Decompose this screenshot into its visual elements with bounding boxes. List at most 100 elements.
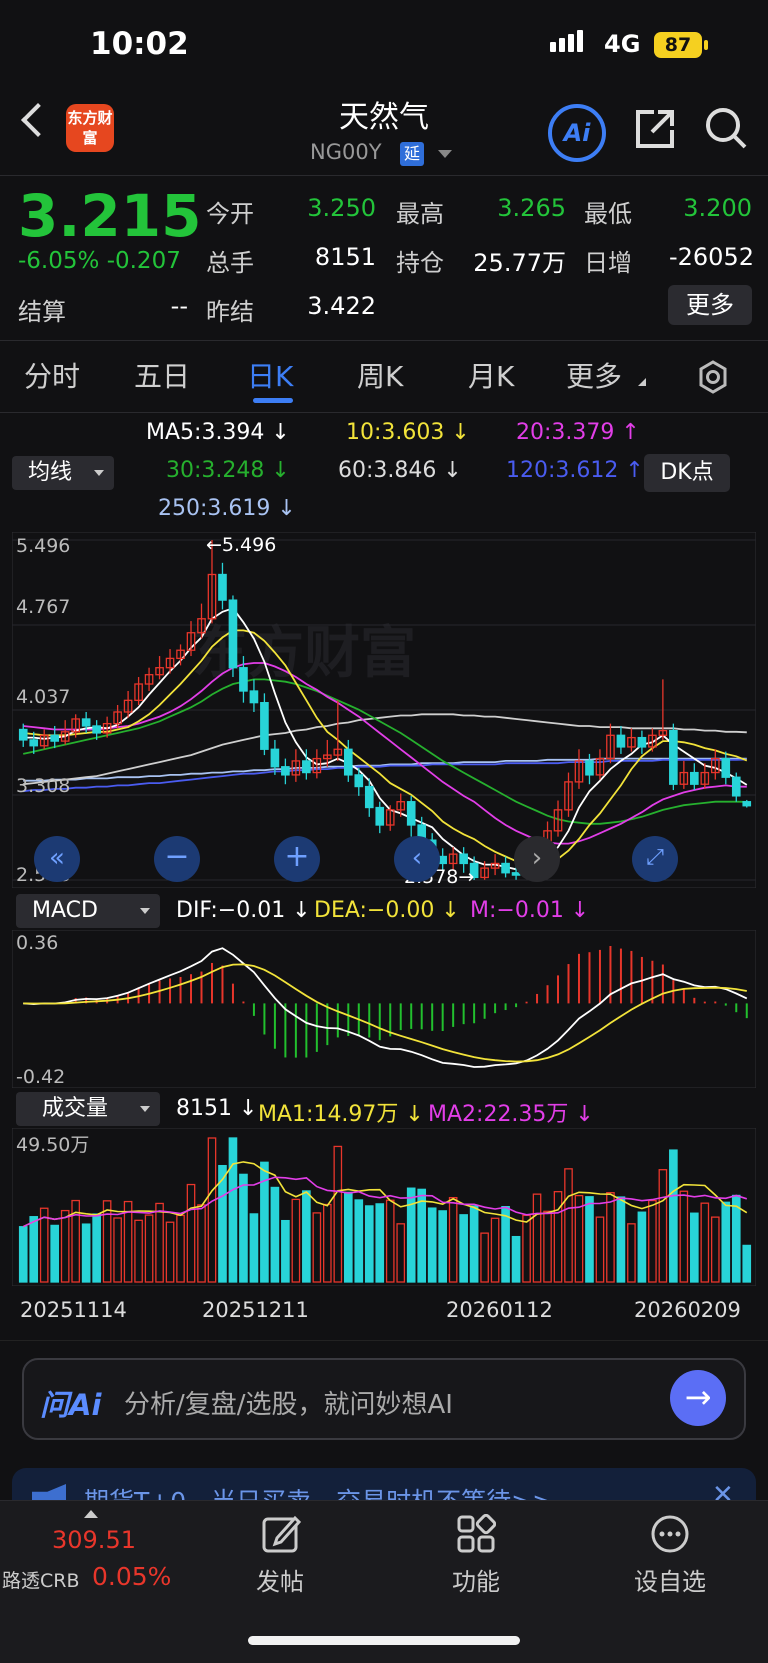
more-dots-icon[interactable] xyxy=(650,1514,690,1554)
volume-bar-down xyxy=(249,1213,259,1283)
volume-bar-down xyxy=(29,1216,39,1283)
x-tick-2: 20260112 xyxy=(446,1298,553,1322)
divider xyxy=(0,412,768,413)
tab-five-day[interactable]: 五日 xyxy=(134,355,190,395)
volume-bar-up xyxy=(448,1196,458,1283)
indicator-selector[interactable]: 均线 xyxy=(12,456,114,490)
post-button[interactable]: 发帖 xyxy=(230,1562,330,1597)
zoom-out-button[interactable]: − xyxy=(154,836,200,882)
volume-bar-up xyxy=(627,1223,636,1283)
volume-bar-down xyxy=(302,1190,311,1283)
volume-bar-up xyxy=(532,1193,542,1283)
functions-button[interactable]: 功能 xyxy=(426,1562,526,1597)
macd-chart[interactable] xyxy=(12,930,756,1088)
volume-label: 总手 xyxy=(206,249,254,277)
share-icon[interactable] xyxy=(634,108,676,150)
code-dropdown-icon[interactable] xyxy=(438,150,452,158)
index-expand-icon[interactable] xyxy=(84,1510,98,1518)
scroll-left-fast-button[interactable]: « xyxy=(34,836,80,882)
watermark-logo: 东方财富 xyxy=(192,621,416,686)
x-tick-3: 20260209 xyxy=(634,1298,741,1322)
instrument-code[interactable]: NG00Y xyxy=(310,140,382,164)
crb-index-value[interactable]: 309.51 xyxy=(52,1526,136,1554)
candle-down xyxy=(29,739,39,747)
volume-bar-up xyxy=(606,1192,615,1283)
candle-down xyxy=(92,725,101,734)
volume-bar-up xyxy=(123,1200,133,1283)
candle-down xyxy=(742,801,752,807)
volume-bar-down xyxy=(637,1211,647,1283)
volume-bar-up xyxy=(186,1183,196,1283)
candle-down xyxy=(18,728,28,741)
divider xyxy=(0,175,768,176)
volume-bar-up xyxy=(176,1214,185,1283)
dk-point-button[interactable]: DK点 xyxy=(644,454,730,492)
post-edit-icon[interactable] xyxy=(261,1514,301,1554)
ma20-legend: 20:3.379 ↑ xyxy=(516,420,640,445)
last-price: 3.215 xyxy=(18,182,202,250)
candle-down xyxy=(438,855,447,865)
ask-ai-submit-arrow-icon[interactable]: → xyxy=(670,1370,726,1426)
volume-bar-down xyxy=(427,1207,437,1283)
ma250-legend: 250:3.619 ↓ xyxy=(158,496,296,521)
tab-weekly-k[interactable]: 周K xyxy=(357,355,403,395)
candle-down xyxy=(239,667,248,692)
ai-assistant-button[interactable]: Ai xyxy=(548,104,606,162)
macd-selector[interactable]: MACD xyxy=(16,894,160,928)
volume-bar-up xyxy=(543,1210,552,1283)
add-watchlist-button[interactable]: 设自选 xyxy=(620,1562,720,1597)
tab-more[interactable]: 更多 xyxy=(566,355,622,395)
volume-selector[interactable]: 成交量 xyxy=(16,1092,160,1126)
fullscreen-icon[interactable]: ⤢ xyxy=(632,836,678,882)
ma30-legend: 30:3.248 ↓ xyxy=(166,458,290,483)
ask-ai-placeholder[interactable]: 分析/复盘/选股，就问妙想AI xyxy=(124,1384,453,1421)
scroll-left-button[interactable]: ‹ xyxy=(394,836,440,882)
home-indicator xyxy=(248,1636,520,1645)
tab-daily-k[interactable]: 日K xyxy=(247,355,293,395)
volume-bar-up xyxy=(197,1204,206,1283)
delay-badge: 延 xyxy=(400,142,424,166)
tab-intraday[interactable]: 分时 xyxy=(24,355,80,395)
volume-bar-up xyxy=(165,1221,175,1283)
candle-down xyxy=(406,801,416,826)
scroll-right-button[interactable]: › xyxy=(514,836,560,882)
volume-bar-down xyxy=(364,1205,374,1283)
settle-value: -- xyxy=(170,292,188,320)
volume-bar-down xyxy=(343,1191,353,1283)
daily-inc-value: -26052 xyxy=(668,243,754,271)
volume-bar-down xyxy=(721,1201,731,1283)
volume-bar-up xyxy=(113,1217,122,1283)
search-icon[interactable] xyxy=(704,106,748,150)
battery-icon: 87 xyxy=(654,32,702,58)
volume-bar-up xyxy=(134,1219,143,1283)
volume-chart[interactable] xyxy=(12,1128,756,1286)
volume-bar-up xyxy=(480,1232,489,1283)
candle-down xyxy=(354,774,364,788)
candle-down xyxy=(501,862,510,874)
volume-bar-down xyxy=(281,1219,290,1283)
gear-icon[interactable] xyxy=(696,360,730,394)
volume-bar-down xyxy=(459,1214,468,1283)
candlestick-chart[interactable]: 东方财富 xyxy=(12,532,756,888)
functions-grid-icon[interactable] xyxy=(456,1514,496,1554)
y-tick-0: 5.496 xyxy=(16,535,71,557)
price-change: -6.05% -0.207 xyxy=(18,248,181,274)
volume-bar-down xyxy=(742,1244,752,1283)
volume-bar-down xyxy=(469,1205,479,1283)
volume-y-top: 49.50万 xyxy=(16,1134,90,1156)
tab-monthly-k[interactable]: 月K xyxy=(468,355,514,395)
crb-index-name[interactable]: 路透CRB xyxy=(2,1566,80,1593)
dif-legend: DIF:−0.01 ↓ xyxy=(176,898,311,923)
ma10-legend: 10:3.603 ↓ xyxy=(346,420,470,445)
more-quote-button[interactable]: 更多 xyxy=(668,285,752,325)
volume-bar-down xyxy=(81,1223,91,1283)
candle-down xyxy=(731,776,741,797)
candle-down xyxy=(260,702,269,750)
status-time: 10:02 xyxy=(90,26,189,62)
ma60-legend: 60:3.846 ↓ xyxy=(338,458,462,483)
crb-index-change[interactable]: 0.05% xyxy=(92,1562,171,1591)
zoom-in-button[interactable]: + xyxy=(274,836,320,882)
candle-down xyxy=(218,573,227,601)
candle-down xyxy=(585,760,594,776)
volume-bar-down xyxy=(669,1149,678,1283)
